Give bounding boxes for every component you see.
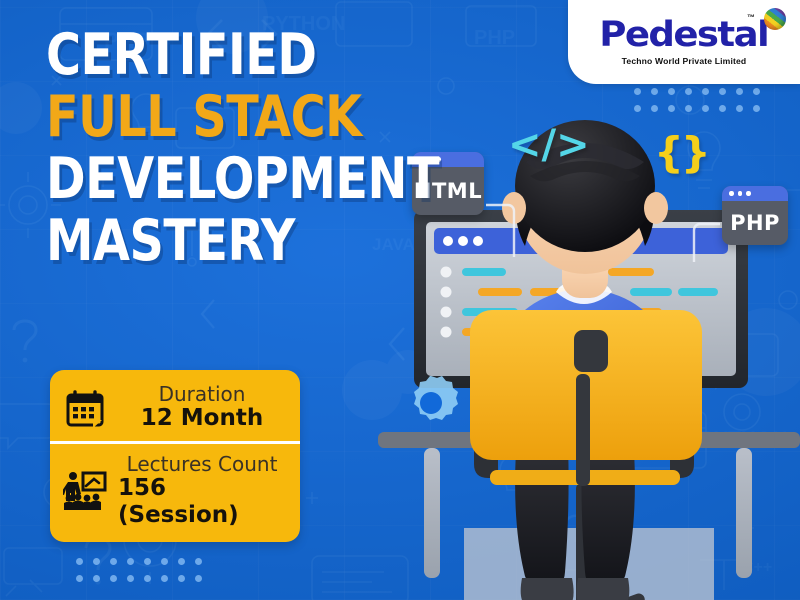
dot [93,575,100,582]
headline-line-1: CERTIFIED [46,22,317,88]
code-tag-icon: </> [508,122,590,168]
duration-value: 12 Month [140,405,264,431]
dot [195,575,202,582]
duration-text: Duration 12 Month [118,382,286,432]
dot [110,575,117,582]
headline-line-4: MASTERY [46,207,295,274]
dot [685,88,692,95]
brand-name: Pedestal [599,15,771,55]
course-info-card: Duration 12 Month Lectures Count 156 (Se… [50,370,300,543]
headline-line-3: DEVELOPMENT [46,145,440,212]
dot [76,575,83,582]
dot [702,105,709,112]
curly-braces-icon: {} [654,128,711,177]
dot [144,575,151,582]
dot [651,88,658,95]
poster-canvas: PHP PYTHON PHP PYTHON PYTHON JAVA PHP JA… [0,0,800,600]
dot [753,105,760,112]
dot [93,558,100,565]
dot [178,558,185,565]
dot [178,575,185,582]
dot [719,105,726,112]
dot [144,558,151,565]
dot [736,105,743,112]
dot-grid-bottom [76,558,202,582]
dot [195,558,202,565]
duration-row: Duration 12 Month [50,374,300,441]
dot [668,88,675,95]
brand-logo-plate[interactable]: Pedestal Techno World Private Limited ™ [568,0,800,84]
headline-line-2: FULL STACK [46,83,362,150]
dot [753,88,760,95]
dot [634,105,641,112]
lectures-value: 156 (Session) [118,475,239,528]
dot [702,88,709,95]
dot [76,558,83,565]
dot [127,558,134,565]
dot [161,558,168,565]
brand-tagline: Techno World Private Limited [621,56,747,66]
dot-grid-top [634,88,760,112]
dot [634,88,641,95]
lecture-presentation-icon [62,468,108,514]
dot [668,105,675,112]
lectures-label: Lectures Count [126,452,278,477]
duration-label: Duration [158,382,246,406]
headline-block: CERTIFIED FULL STACK DEVELOPMENT MASTERY [46,22,466,275]
trademark-symbol: ™ [747,13,755,22]
dot [685,105,692,112]
dot [110,558,117,565]
lectures-row: Lectures Count 156 (Session) [50,444,300,538]
dot [736,88,743,95]
rainbow-sphere-icon [764,8,786,30]
dot [651,105,658,112]
dot [719,88,726,95]
calendar-icon [62,385,108,431]
lectures-text: Lectures Count 156 (Session) [118,454,286,528]
dot [161,575,168,582]
dot [127,575,134,582]
